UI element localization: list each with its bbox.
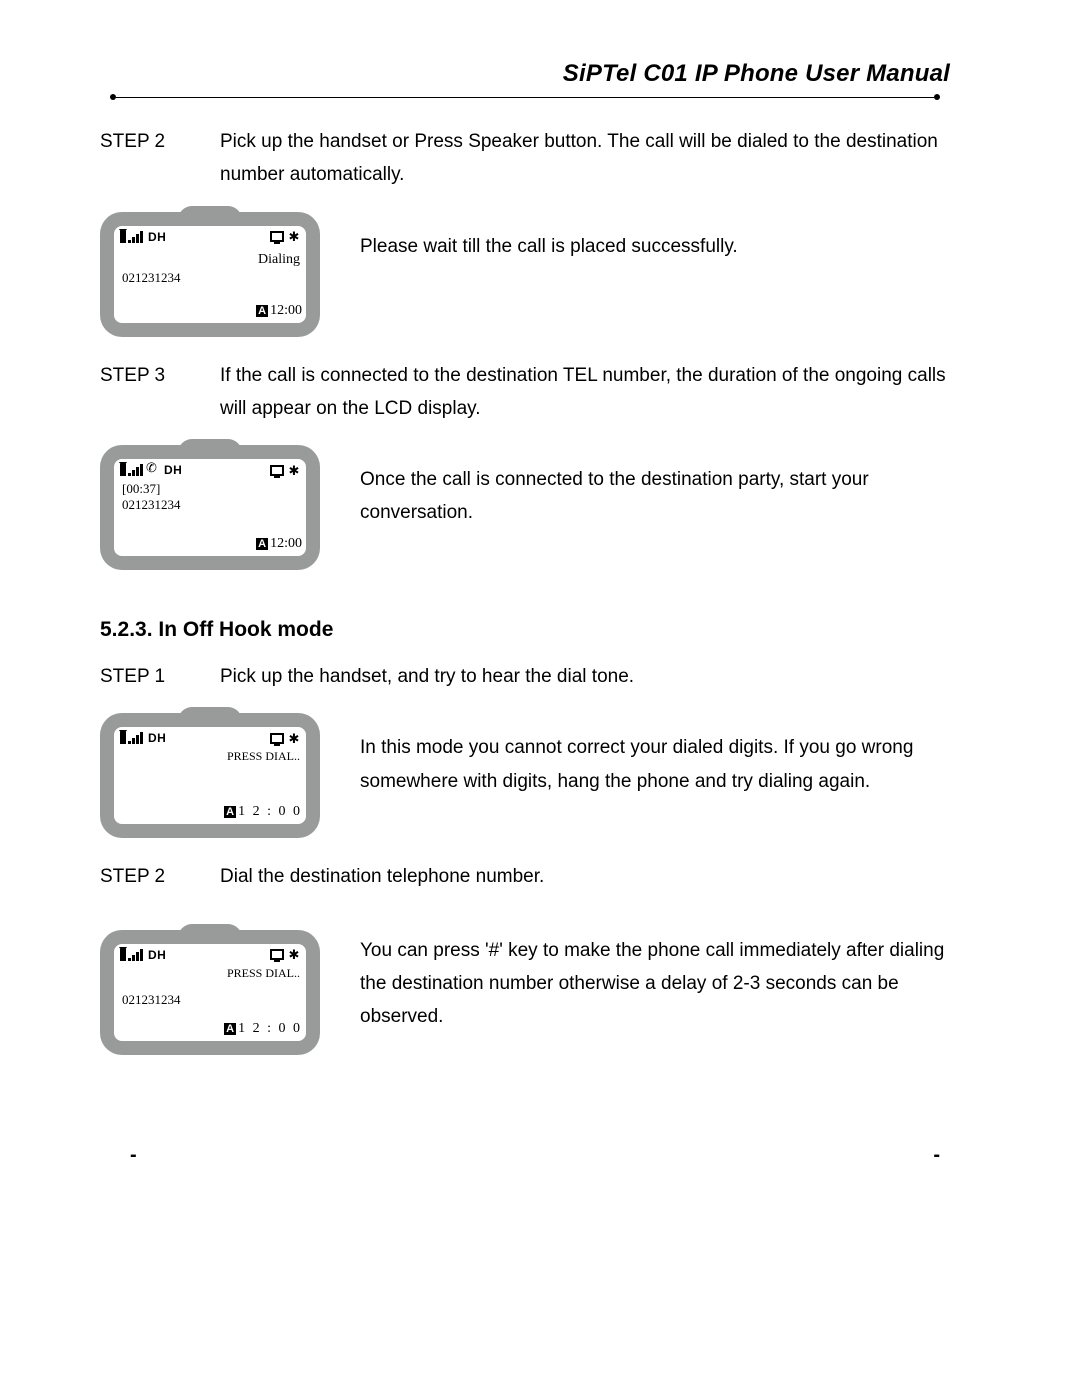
footer-dash-right: - xyxy=(933,1144,940,1167)
monitor-icon xyxy=(270,949,284,960)
lcd-prompt: PRESS DIAL.. xyxy=(227,749,300,764)
lcd-number: 021231234 xyxy=(122,497,181,513)
lcd-clock: A1 2 : 0 0 xyxy=(224,1021,302,1037)
lcd-description: You can press '#' key to make the phone … xyxy=(360,924,950,1034)
step-block: STEP 2 Dial the destination telephone nu… xyxy=(100,860,950,893)
monitor-icon xyxy=(270,231,284,242)
footer-dash-left: - xyxy=(130,1144,137,1167)
lcd-prompt: PRESS DIAL.. xyxy=(227,966,300,981)
gear-icon xyxy=(288,732,300,744)
lcd-display: DH PRESS DIAL.. A1 2 : 0 0 xyxy=(100,713,320,838)
lcd-status: Dialing xyxy=(258,252,300,268)
step-text: Pick up the handset, and try to hear the… xyxy=(220,660,950,693)
handset-icon xyxy=(148,464,160,476)
gear-icon xyxy=(288,949,300,961)
signal-icon xyxy=(120,949,144,961)
step-block: STEP 3 If the call is connected to the d… xyxy=(100,359,950,426)
step-text: If the call is connected to the destinat… xyxy=(220,359,950,426)
dh-label: DH xyxy=(148,731,166,745)
lcd-description: Please wait till the call is placed succ… xyxy=(360,206,950,263)
dh-label: DH xyxy=(148,230,166,244)
signal-icon xyxy=(120,231,144,243)
lcd-duration: [00:37] xyxy=(122,481,160,497)
dh-label: DH xyxy=(148,948,166,962)
gear-icon xyxy=(288,464,300,476)
lcd-clock: A12:00 xyxy=(256,536,302,552)
lcd-display: DH [00:37] 021231234 A12:00 xyxy=(100,445,320,570)
monitor-icon xyxy=(270,465,284,476)
segment-lcd2: DH [00:37] 021231234 A12:00 Once the cal… xyxy=(100,439,950,570)
step-text: Dial the destination telephone number. xyxy=(220,860,950,893)
lcd-display: DH PRESS DIAL.. 021231234 A1 2 : 0 0 xyxy=(100,930,320,1055)
lcd-display: DH Dialing 021231234 A12:00 xyxy=(100,212,320,337)
lcd-description: In this mode you cannot correct your dia… xyxy=(360,707,950,798)
step-label: STEP 1 xyxy=(100,660,220,693)
header-rule xyxy=(110,96,940,99)
dh-label: DH xyxy=(164,463,182,477)
step-label: STEP 3 xyxy=(100,359,220,392)
lcd-number: 021231234 xyxy=(122,992,181,1008)
segment-lcd4: DH PRESS DIAL.. 021231234 A1 2 : 0 0 You… xyxy=(100,924,950,1055)
step-block: STEP 1 Pick up the handset, and try to h… xyxy=(100,660,950,693)
page-title: SiPTel C01 IP Phone User Manual xyxy=(100,60,950,88)
step-block: STEP 2 Pick up the handset or Press Spea… xyxy=(100,125,950,192)
footer: - - xyxy=(130,1144,940,1167)
lcd-clock: A1 2 : 0 0 xyxy=(224,804,302,820)
step-text: Pick up the handset or Press Speaker but… xyxy=(220,125,950,192)
step-label: STEP 2 xyxy=(100,125,220,158)
lcd-clock: A12:00 xyxy=(256,303,302,319)
step-label: STEP 2 xyxy=(100,860,220,893)
page: SiPTel C01 IP Phone User Manual STEP 2 P… xyxy=(0,0,1080,1397)
segment-lcd1: DH Dialing 021231234 A12:00 Please wait … xyxy=(100,206,950,337)
section-heading: 5.2.3. In Off Hook mode xyxy=(100,618,950,642)
gear-icon xyxy=(288,231,300,243)
signal-icon xyxy=(120,732,144,744)
lcd-description: Once the call is connected to the destin… xyxy=(360,439,950,530)
monitor-icon xyxy=(270,733,284,744)
segment-lcd3: DH PRESS DIAL.. A1 2 : 0 0 In this mode … xyxy=(100,707,950,838)
signal-icon xyxy=(120,464,144,476)
lcd-number: 021231234 xyxy=(122,270,181,286)
